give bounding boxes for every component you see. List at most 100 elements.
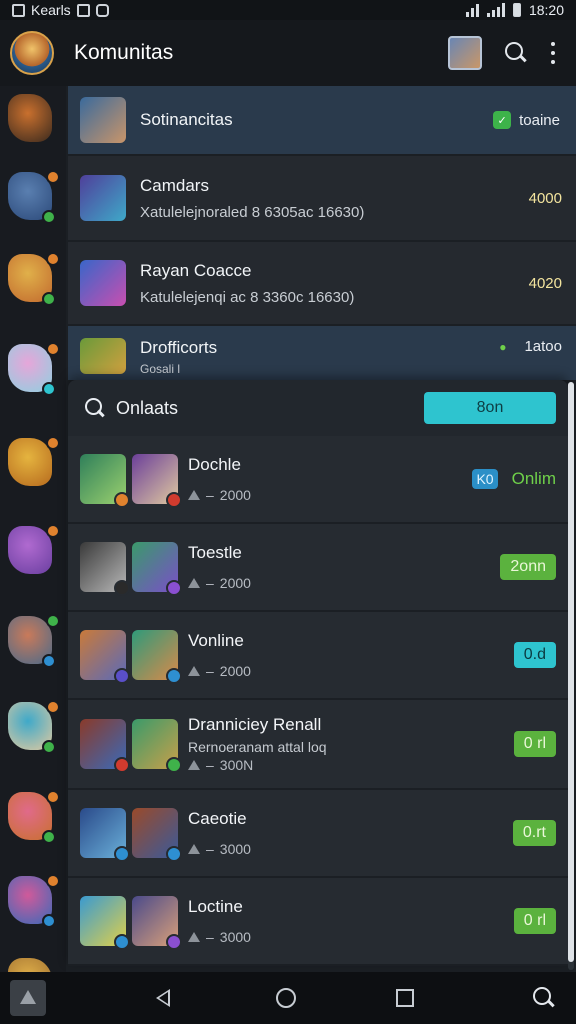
member-name: Caeotie: [188, 809, 247, 828]
status-dot: [42, 382, 56, 396]
rail-community-4[interactable]: [8, 436, 60, 492]
member-score: –3000: [188, 841, 513, 857]
rail-community-3[interactable]: [8, 342, 60, 398]
rail-community-0[interactable]: [8, 94, 58, 148]
user-avatar[interactable]: [10, 31, 54, 75]
carrier-label: Kearls: [31, 2, 71, 18]
rail-community-9[interactable]: [8, 874, 60, 930]
member-info: Loctine –3000: [188, 897, 514, 945]
score-value: 300N: [219, 757, 254, 773]
status-badge[interactable]: Onlim: [512, 469, 556, 489]
status-bar: Kearls 18:20: [0, 0, 576, 20]
clock: 18:20: [528, 2, 564, 18]
list-item[interactable]: Rayan Coacce Katulelejenqi ac 8 3360c 16…: [68, 242, 576, 326]
score-value: 2000: [219, 487, 251, 503]
row-status: 2onn: [500, 554, 556, 580]
more-options-icon[interactable]: [550, 42, 556, 64]
rank-icon: [188, 760, 200, 770]
scrollbar[interactable]: [568, 382, 574, 970]
member-info: Caeotie –3000: [188, 809, 513, 857]
status-badge[interactable]: 0.rt: [512, 820, 556, 846]
member-info: Dochle –2000: [188, 455, 472, 503]
row-status: 0 rl: [513, 731, 556, 757]
home-app-icon[interactable]: [10, 980, 46, 1016]
member-avatar: [132, 630, 182, 684]
rank-icon: [188, 578, 200, 588]
row-status: 0 rl: [513, 908, 556, 934]
status-badge[interactable]: 0 rl: [513, 908, 556, 934]
member-count: 4000: [528, 189, 562, 207]
member-avatar: [80, 808, 130, 862]
list-item[interactable]: Drofficorts Gosali l ● 1atoo: [68, 326, 576, 382]
notification-dot: [46, 700, 60, 714]
role-badge-icon: [166, 757, 182, 773]
member-avatar: [132, 454, 182, 508]
community-meta: Gosali l: [140, 362, 181, 376]
member-avatar: [132, 896, 182, 950]
member-info: Toestle –2000: [188, 543, 500, 591]
table-row[interactable]: Loctine –3000 0 rl: [68, 878, 568, 966]
status-badge[interactable]: 2onn: [500, 554, 556, 580]
search-icon[interactable]: [532, 986, 556, 1010]
notification-dot: [46, 342, 60, 356]
status-text: toaine: [519, 111, 560, 129]
notification-icon: [12, 3, 25, 17]
community-thumbnail: [80, 175, 126, 221]
separator: –: [206, 663, 214, 679]
rail-community-7[interactable]: [8, 700, 60, 756]
table-row[interactable]: Toestle –2000 2onn: [68, 524, 568, 612]
rank-icon: [188, 666, 200, 676]
member-name: Dranniciey Renall: [188, 715, 322, 734]
search-icon[interactable]: [504, 41, 528, 65]
member-avatar: [132, 719, 182, 773]
table-row[interactable]: Dranniciey Renall Rernoeranam attal loq –3…: [68, 700, 568, 790]
member-score: –300N: [188, 757, 514, 773]
status-dot: [42, 914, 56, 928]
table-row[interactable]: Vonline –2000 0.d: [68, 612, 568, 700]
role-badge-icon: [166, 934, 182, 950]
recents-icon[interactable]: [396, 989, 414, 1007]
back-icon[interactable]: [156, 989, 170, 1007]
rail-community-5[interactable]: [8, 524, 60, 580]
panel-title: Onlaats: [116, 397, 179, 418]
scrollbar-thumb[interactable]: [568, 382, 574, 962]
list-item[interactable]: Camdars Xatulelejnoraled 8 6305ac 16630)…: [68, 156, 576, 242]
community-avatar: [8, 94, 52, 142]
profile-thumbnail[interactable]: [448, 36, 482, 70]
member-name: Toestle: [188, 543, 242, 562]
rank-icon: [188, 932, 200, 942]
panel-header: Onlaats 8on: [68, 380, 568, 436]
community-name: Drofficorts: [140, 338, 218, 357]
status-badge[interactable]: 0 rl: [513, 731, 556, 757]
home-icon[interactable]: [276, 988, 296, 1008]
status-badge[interactable]: 0.d: [513, 642, 556, 668]
member-avatar: [80, 542, 130, 596]
community-meta: Katulelejenqi ac 8 3360c 16630): [140, 288, 355, 306]
signal-icon: [486, 3, 505, 17]
table-row[interactable]: Caeotie –3000 0.rt: [68, 790, 568, 878]
online-badge-icon: ✓: [493, 111, 512, 129]
role-badge-icon: [114, 668, 130, 684]
community-thumbnail: [80, 97, 126, 143]
status-dot: [42, 740, 56, 754]
community-thumbnail: [80, 338, 126, 374]
row-status: 0.rt: [512, 820, 556, 846]
app-bar: Komunitas: [0, 20, 576, 86]
role-badge-icon: [166, 668, 182, 684]
member-avatar: [80, 630, 130, 684]
rail-community-2[interactable]: [8, 252, 60, 308]
rail-community-1[interactable]: [8, 170, 60, 226]
rail-community-8[interactable]: [8, 790, 60, 846]
row-status: 0.d: [513, 642, 556, 668]
status-dot: [42, 292, 56, 306]
rail-community-6[interactable]: [8, 614, 60, 670]
search-icon[interactable]: [84, 397, 106, 419]
table-row[interactable]: Dochle –2000 K0 Onlim: [68, 436, 568, 524]
rank-icon: [188, 490, 200, 500]
community-thumbnail: [80, 260, 126, 306]
community-name: Rayan Coacce: [140, 260, 252, 280]
app-notification-icon: [76, 3, 90, 17]
panel-action-button[interactable]: 8on: [424, 392, 556, 424]
list-item[interactable]: Sotinancitas ✓ toaine: [68, 86, 576, 156]
member-info: Vonline –2000: [188, 631, 514, 679]
